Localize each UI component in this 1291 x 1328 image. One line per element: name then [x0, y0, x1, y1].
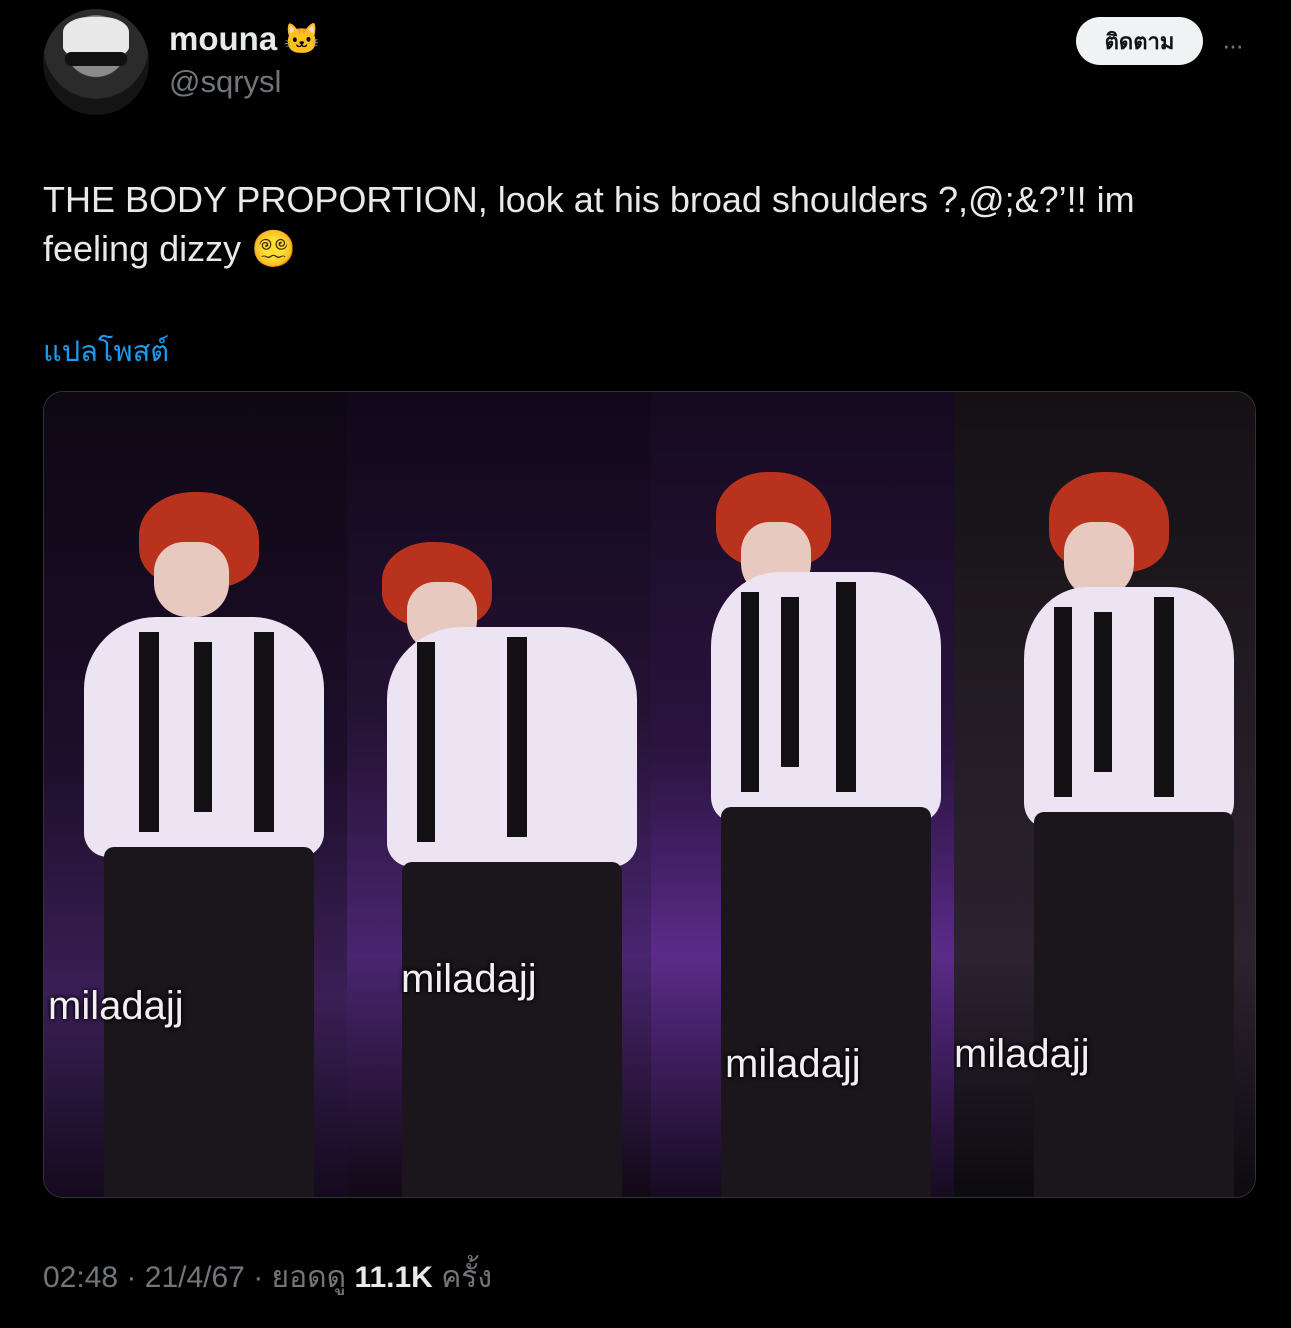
views-suffix: ครั้ง — [441, 1261, 493, 1294]
meta-separator: · — [126, 1261, 137, 1294]
author-avatar[interactable] — [43, 9, 149, 115]
media-panel-1: miladajj — [44, 392, 347, 1197]
avatar-glasses — [65, 52, 127, 66]
necktie — [1094, 612, 1112, 772]
performer-face — [1064, 522, 1134, 597]
media-panel-4: miladajj — [954, 392, 1255, 1197]
tweet-text-line-2: feeling dizzy 😵‍💫 — [43, 228, 296, 269]
performer-pants — [721, 807, 931, 1197]
display-name-text: mouna — [169, 20, 278, 57]
harness-strap — [417, 642, 435, 842]
harness-strap — [1054, 607, 1072, 797]
tweet-text-line-1: THE BODY PROPORTION, look at his broad s… — [43, 179, 1135, 220]
harness-strap — [836, 582, 856, 792]
media-panel-3: miladajj — [651, 392, 954, 1197]
watermark-text: miladajj — [401, 957, 537, 1001]
meta-separator: · — [253, 1261, 264, 1294]
watermark-text: miladajj — [954, 1032, 1090, 1076]
views-label: ยอดดู — [271, 1261, 347, 1294]
views-count: 11.1K — [354, 1261, 433, 1294]
media-panel-2: miladajj — [347, 392, 651, 1197]
performer-face — [154, 542, 229, 617]
watermark-text: miladajj — [725, 1042, 861, 1086]
harness-strap — [741, 592, 759, 792]
tweet-meta: 02:48 · 21/4/67 · ยอดดู 11.1K ครั้ง — [43, 1254, 492, 1301]
follow-button[interactable]: ติดตาม — [1076, 17, 1203, 65]
performer-pants — [1034, 812, 1234, 1197]
author-handle[interactable]: @sqrysl — [169, 64, 281, 100]
harness-strap — [507, 637, 527, 837]
cat-icon: 🐱 — [283, 22, 321, 56]
watermark-text: miladajj — [48, 984, 184, 1028]
avatar-hair — [63, 17, 129, 55]
tweet-text: THE BODY PROPORTION, look at his broad s… — [43, 175, 1243, 273]
tweet-date[interactable]: 21/4/67 — [145, 1261, 245, 1294]
necktie — [781, 597, 799, 767]
necktie — [194, 642, 212, 812]
harness-strap — [1154, 597, 1174, 797]
author-display-name[interactable]: mouna 🐱 — [169, 20, 321, 58]
tweet-media[interactable]: miladajj miladajj miladajj miladajj — [43, 391, 1256, 1198]
more-options-icon[interactable]: ··· — [1222, 30, 1244, 61]
harness-strap — [139, 632, 159, 832]
harness-strap — [254, 632, 274, 832]
tweet-time[interactable]: 02:48 — [43, 1261, 118, 1294]
performer-pants — [402, 862, 622, 1197]
translate-post-link[interactable]: แปลโพสต์ — [43, 328, 169, 374]
